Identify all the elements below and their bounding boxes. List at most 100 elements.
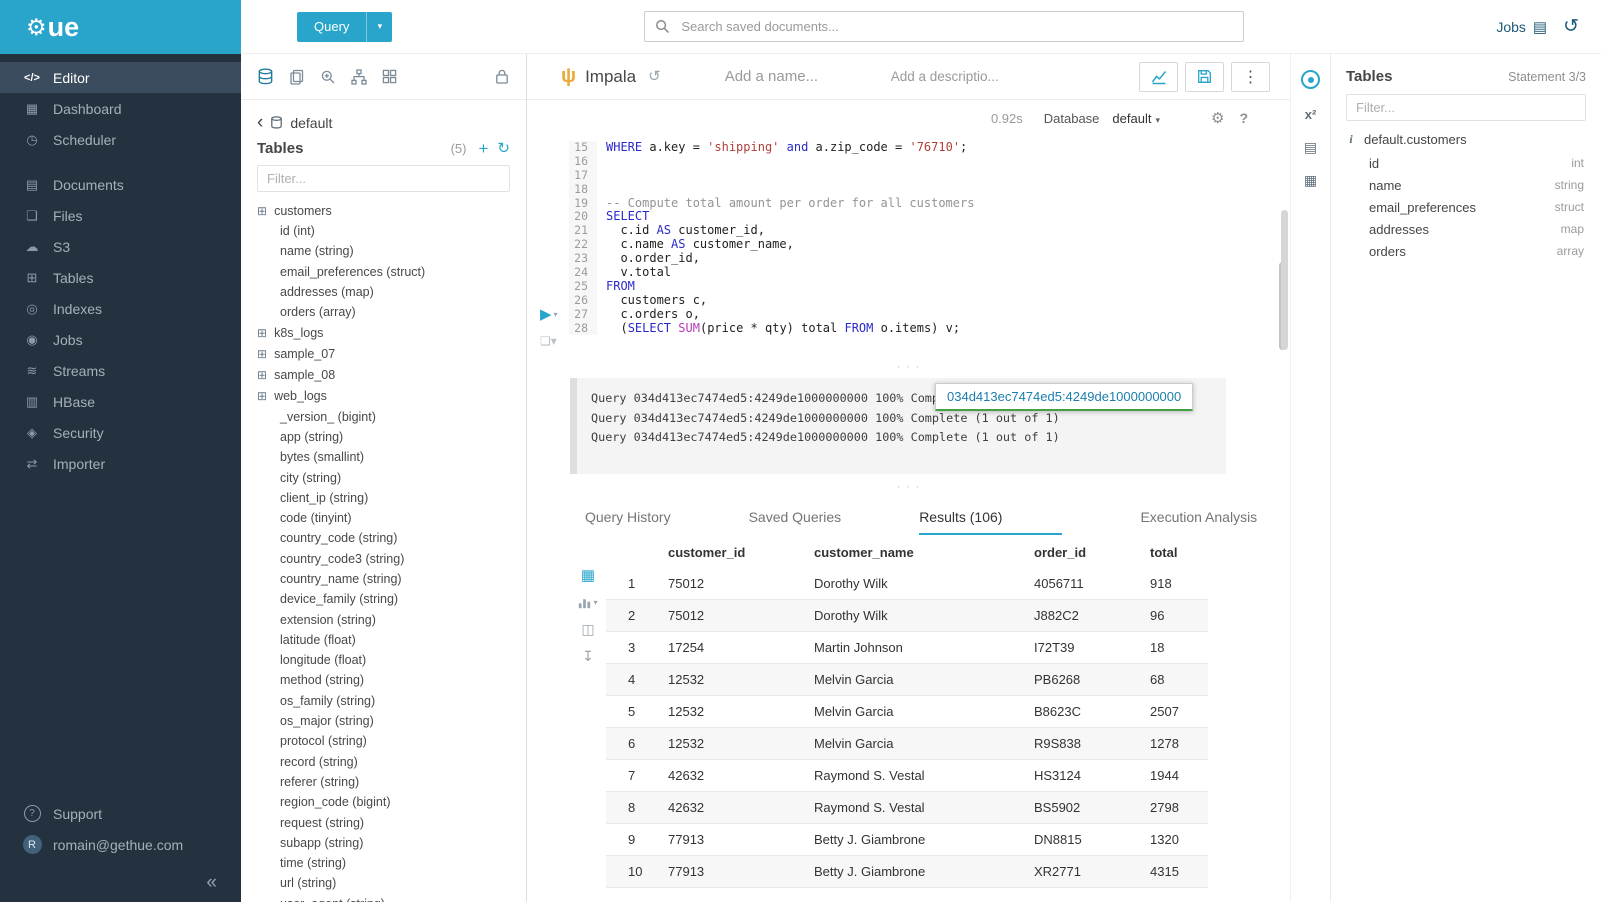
code-line[interactable]: 17 bbox=[569, 169, 1290, 183]
assist-column[interactable]: id (int) bbox=[241, 221, 526, 241]
database-select[interactable]: default▾ bbox=[1112, 111, 1160, 126]
user-account[interactable]: R romain@gethue.com bbox=[0, 829, 241, 860]
code-line[interactable]: 19-- Compute total amount per order for … bbox=[569, 197, 1290, 211]
sidebar-item-s3[interactable]: ☁S3 bbox=[0, 231, 241, 262]
sidebar-collapse-button[interactable]: « bbox=[0, 860, 241, 894]
apps-grid-icon[interactable] bbox=[382, 69, 397, 84]
results-column-total[interactable]: total bbox=[1144, 536, 1208, 568]
sidebar-item-editor[interactable]: </>Editor bbox=[0, 62, 241, 93]
assist-column[interactable]: latitude (float) bbox=[241, 630, 526, 650]
assist-column[interactable]: os_major (string) bbox=[241, 711, 526, 731]
database-name[interactable]: default bbox=[290, 115, 332, 131]
sidebar-item-jobs[interactable]: ◉Jobs bbox=[0, 324, 241, 355]
column-item-email-preferences[interactable]: email_preferencesstruct bbox=[1346, 196, 1586, 218]
editor-settings-icon[interactable]: ⚙ bbox=[1211, 109, 1224, 127]
sidebar-item-importer[interactable]: ⇄Importer bbox=[0, 448, 241, 479]
main-scrollbar[interactable] bbox=[1281, 210, 1288, 350]
assist-column[interactable]: user_agent (string) bbox=[241, 894, 526, 902]
assist-column[interactable]: url (string) bbox=[241, 873, 526, 893]
code-line[interactable]: 27 c.orders o, bbox=[569, 308, 1290, 322]
chart-button[interactable] bbox=[1139, 62, 1178, 92]
context-popover-icon[interactable] bbox=[1301, 70, 1320, 89]
table-row[interactable]: 742632Raymond S. VestalHS31241944 bbox=[606, 760, 1208, 792]
code-line[interactable]: 25FROM bbox=[569, 280, 1290, 294]
assist-column[interactable]: city (string) bbox=[241, 467, 526, 487]
table-row[interactable]: 175012Dorothy Wilk4056711918 bbox=[606, 568, 1208, 600]
tab-execution-analysis[interactable]: Execution Analysis bbox=[1140, 499, 1257, 535]
assist-column[interactable]: country_code (string) bbox=[241, 528, 526, 548]
language-docs-icon[interactable]: ▤ bbox=[1304, 140, 1317, 154]
table-row[interactable]: 612532Melvin GarciaR9S8381278 bbox=[606, 728, 1208, 760]
execute-button[interactable]: ▶▾ bbox=[540, 307, 558, 322]
schedule-icon[interactable]: ▦ bbox=[1304, 173, 1317, 187]
zoom-search-icon[interactable] bbox=[320, 69, 336, 85]
assist-column[interactable]: client_ip (string) bbox=[241, 488, 526, 508]
table-row[interactable]: 317254Martin JohnsonI72T3918 bbox=[606, 632, 1208, 664]
chart-view-icon[interactable]: ▾ bbox=[578, 596, 597, 609]
query-description-input[interactable] bbox=[889, 68, 1054, 85]
code-editor[interactable]: ▶▾ ❏▾ 15WHERE a.key = 'shipping' and a.z… bbox=[527, 136, 1290, 354]
search-input[interactable] bbox=[644, 11, 1244, 42]
back-chevron-icon[interactable]: ‹ bbox=[257, 113, 263, 132]
table-row[interactable]: 977913Betty J. GiambroneDN88151320 bbox=[606, 824, 1208, 856]
sidebar-item-streams[interactable]: ≋Streams bbox=[0, 355, 241, 386]
assist-column[interactable]: country_code3 (string) bbox=[241, 549, 526, 569]
active-table[interactable]: i default.customers bbox=[1346, 132, 1586, 147]
code-line[interactable]: 21 c.id AS customer_id, bbox=[569, 224, 1290, 238]
sidebar-item-files[interactable]: ❏Files bbox=[0, 200, 241, 231]
table-row[interactable]: 842632Raymond S. VestalBS59022798 bbox=[606, 792, 1208, 824]
documents-source-icon[interactable] bbox=[289, 69, 305, 85]
code-line[interactable]: 26 customers c, bbox=[569, 294, 1290, 308]
results-column-customer-id[interactable]: customer_id bbox=[662, 536, 808, 568]
assist-filter-input[interactable] bbox=[257, 165, 510, 192]
assist-table-sample-08[interactable]: ⊞sample_08 bbox=[241, 364, 526, 385]
assist-column[interactable]: country_name (string) bbox=[241, 569, 526, 589]
query-dropdown-caret[interactable]: ▾ bbox=[366, 12, 392, 42]
language-reference-icon[interactable] bbox=[494, 69, 510, 85]
assist-column[interactable]: _version_ (bigint) bbox=[241, 406, 526, 426]
code-line[interactable]: 18 bbox=[569, 183, 1290, 197]
sidebar-item-dashboard[interactable]: ▦Dashboard bbox=[0, 93, 241, 124]
table-row[interactable]: 512532Melvin GarciaB8623C2507 bbox=[606, 696, 1208, 728]
column-item-addresses[interactable]: addressesmap bbox=[1346, 218, 1586, 240]
hue-logo[interactable]: ⚙ue bbox=[0, 0, 241, 54]
table-row[interactable]: 412532Melvin GarciaPB626868 bbox=[606, 664, 1208, 696]
jobs-link[interactable]: Jobs ▤ bbox=[1496, 18, 1547, 36]
assist-column[interactable]: code (tinyint) bbox=[241, 508, 526, 528]
query-name-input[interactable] bbox=[723, 67, 873, 86]
assist-column[interactable]: device_family (string) bbox=[241, 589, 526, 609]
results-column-order-id[interactable]: order_id bbox=[1028, 536, 1144, 568]
download-results-icon[interactable]: ↧ bbox=[582, 649, 594, 663]
assist-column[interactable]: name (string) bbox=[241, 241, 526, 261]
assist-column[interactable]: bytes (smallint) bbox=[241, 447, 526, 467]
editor-menu-button[interactable]: ⋮ bbox=[1231, 62, 1270, 92]
sidebar-item-documents[interactable]: ▤Documents bbox=[0, 169, 241, 200]
sidebar-item-security[interactable]: ◈Security bbox=[0, 417, 241, 448]
grid-view-icon[interactable]: ▦ bbox=[581, 568, 595, 583]
right-panel-filter-input[interactable] bbox=[1346, 94, 1586, 121]
table-row[interactable]: 275012Dorothy WilkJ882C296 bbox=[606, 600, 1208, 632]
support-link[interactable]: ? Support bbox=[0, 798, 241, 829]
presentation-mode-icon[interactable]: ❏▾ bbox=[540, 335, 557, 347]
assist-column[interactable]: method (string) bbox=[241, 670, 526, 690]
code-line[interactable]: 28 (SELECT SUM(price * qty) total FROM o… bbox=[569, 322, 1290, 336]
assist-column[interactable]: app (string) bbox=[241, 427, 526, 447]
code-line[interactable]: 16 bbox=[569, 155, 1290, 169]
tab-query-history[interactable]: Query History bbox=[585, 499, 671, 535]
assist-column[interactable]: protocol (string) bbox=[241, 731, 526, 751]
assist-column[interactable]: referer (string) bbox=[241, 772, 526, 792]
functions-icon[interactable]: x² bbox=[1305, 108, 1317, 121]
sidebar-item-hbase[interactable]: ▥HBase bbox=[0, 386, 241, 417]
databases-source-icon[interactable] bbox=[257, 68, 274, 85]
code-line[interactable]: 23 o.order_id, bbox=[569, 252, 1290, 266]
results-column-customer-name[interactable]: customer_name bbox=[808, 536, 1028, 568]
refresh-tables-icon[interactable]: ↻ bbox=[497, 141, 510, 156]
assist-table-customers[interactable]: ⊞customers bbox=[241, 200, 526, 221]
sidebar-item-tables[interactable]: ⊞Tables bbox=[0, 262, 241, 293]
assist-column[interactable]: time (string) bbox=[241, 853, 526, 873]
query-button[interactable]: Query bbox=[297, 12, 366, 42]
code-line[interactable]: 20SELECT bbox=[569, 210, 1290, 224]
assist-column[interactable]: request (string) bbox=[241, 812, 526, 832]
sidebar-item-scheduler[interactable]: ◷Scheduler bbox=[0, 124, 241, 155]
code-line[interactable]: 22 c.name AS customer_name, bbox=[569, 238, 1290, 252]
